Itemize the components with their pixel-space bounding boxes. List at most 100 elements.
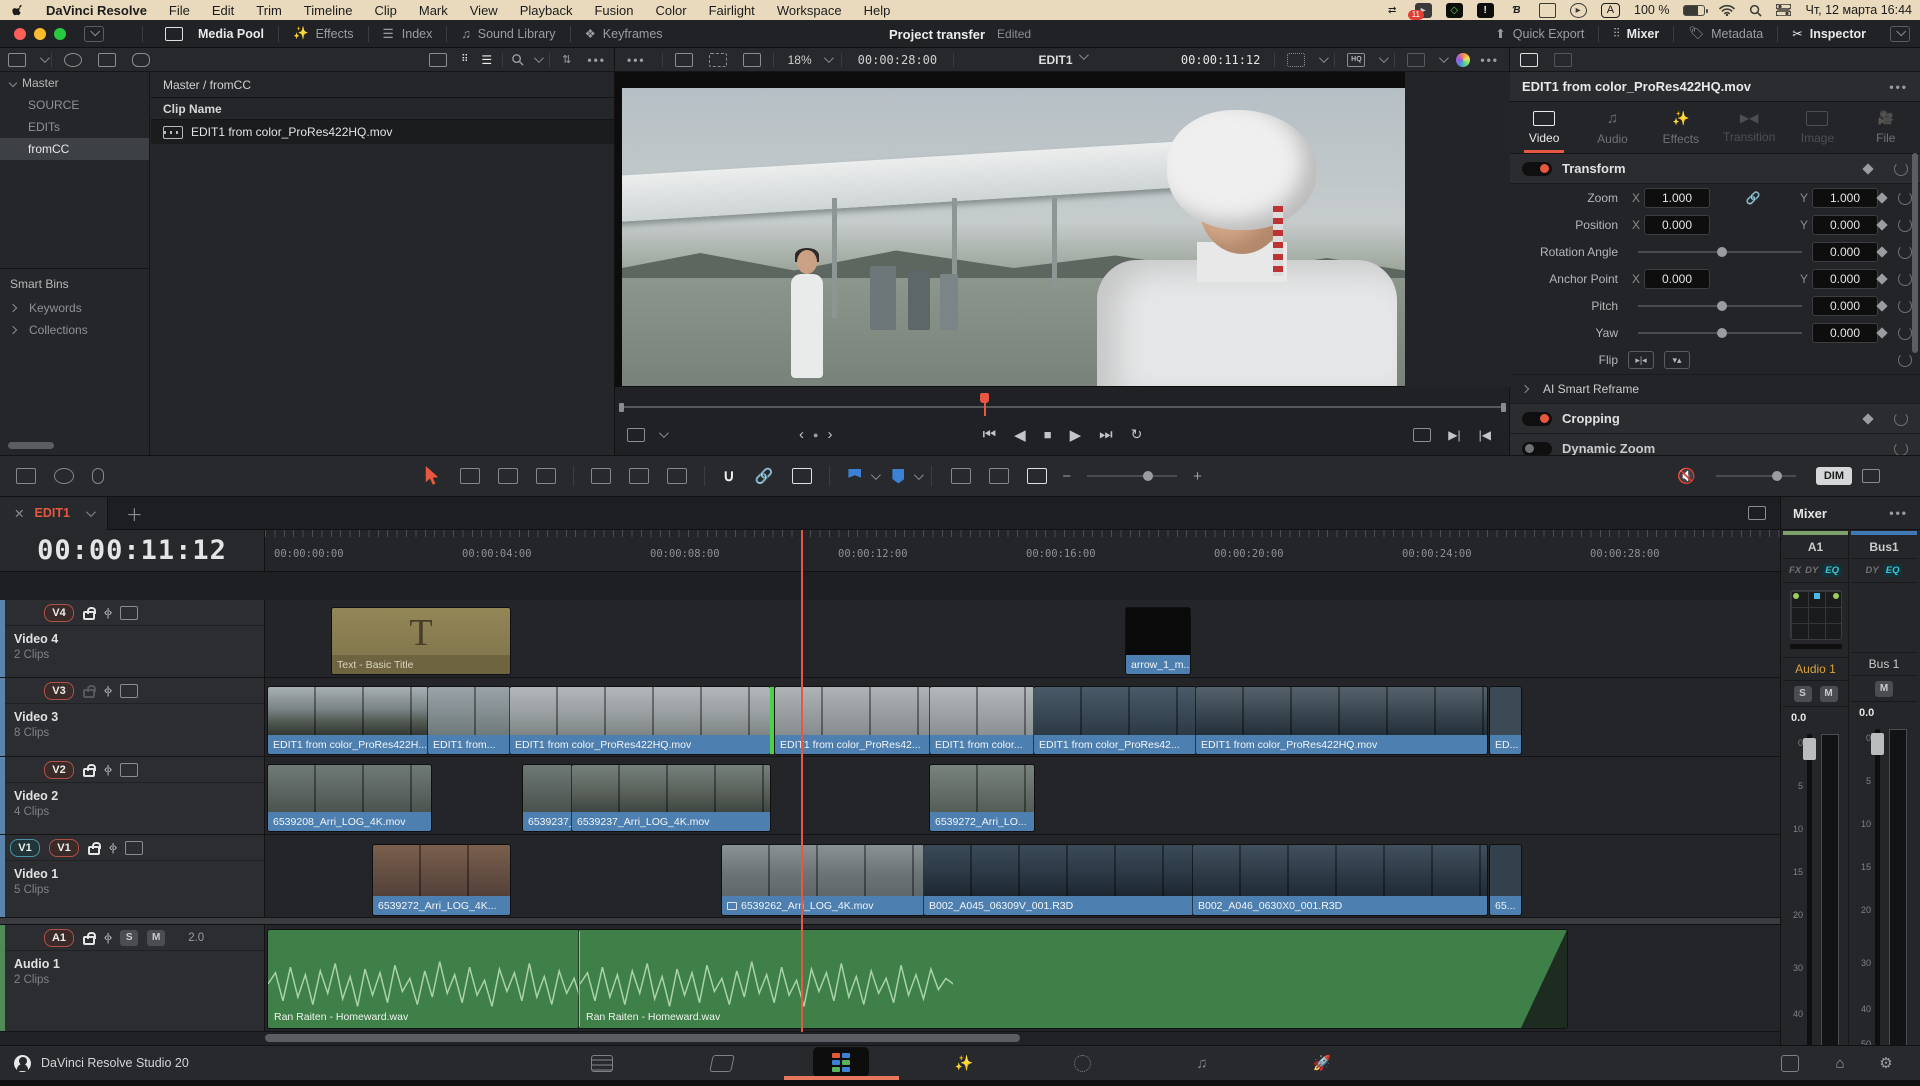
search-icon[interactable] xyxy=(1749,4,1762,17)
project-manager-button[interactable] xyxy=(1770,1050,1810,1076)
zoom-window-button[interactable] xyxy=(54,28,66,40)
scopes-chevron[interactable] xyxy=(1439,53,1449,63)
page-color-button[interactable] xyxy=(1062,1050,1102,1076)
timeline-clip[interactable]: B002_A045_06309V_001.R3D xyxy=(924,845,1193,915)
zoom-detail-icon[interactable] xyxy=(989,468,1009,484)
zoom-keyframe-icon[interactable] xyxy=(1876,192,1887,203)
zoom-link-icon[interactable]: 🔗 xyxy=(1710,191,1796,205)
page-media-button[interactable] xyxy=(582,1050,622,1076)
home-button[interactable]: ⌂ xyxy=(1820,1050,1860,1076)
menu-playback[interactable]: Playback xyxy=(509,0,584,20)
minimize-window-button[interactable] xyxy=(34,28,46,40)
quick-export-button[interactable]: ⬆Quick Export xyxy=(1481,20,1598,48)
dynamic-zoom-enable-toggle[interactable] xyxy=(1522,442,1552,456)
smart-bins-header[interactable]: Smart Bins xyxy=(0,268,149,291)
clip-row[interactable]: EDIT1 from color_ProRes422HQ.mov xyxy=(151,120,614,144)
timeline-clip[interactable]: 65... xyxy=(1490,845,1521,915)
audio-clip[interactable]: Ran Raiten - Homeward.wav xyxy=(268,930,579,1028)
timeline-zoom-slider[interactable] xyxy=(1087,475,1177,477)
flip-horizontal-button[interactable]: ▸|◂ xyxy=(1628,351,1654,369)
track-lane-v4[interactable]: T Text - Basic Title arrow_1_m... xyxy=(265,600,1780,678)
mixer-options-icon[interactable]: ••• xyxy=(1889,506,1908,520)
page-cut-button[interactable] xyxy=(702,1050,742,1076)
tab-effects[interactable]: ✨Effects xyxy=(1647,102,1715,153)
menu-fairlight[interactable]: Fairlight xyxy=(698,0,766,20)
viewer-scrubber[interactable] xyxy=(619,401,1506,413)
dynamic-trim-icon[interactable] xyxy=(536,468,556,484)
page-deliver-button[interactable]: 🚀 xyxy=(1302,1050,1342,1076)
yaw-keyframe-icon[interactable] xyxy=(1876,327,1887,338)
close-timeline-icon[interactable]: ✕ xyxy=(14,506,24,521)
app-badge-icon[interactable]: ▸11 xyxy=(1415,3,1432,18)
a1-strip-solo[interactable]: S xyxy=(1794,686,1812,702)
menu-workspace[interactable]: Workspace xyxy=(766,0,853,20)
menu-color[interactable]: Color xyxy=(644,0,697,20)
clip-text-basic-title[interactable]: T Text - Basic Title xyxy=(332,608,510,674)
viewer-filmstrip-icon[interactable] xyxy=(709,53,727,67)
timeline-selector[interactable]: EDIT1 xyxy=(1038,53,1072,67)
marker-chevron[interactable] xyxy=(914,470,924,480)
page-fairlight-button[interactable]: ♫ xyxy=(1182,1050,1222,1076)
zoom-reset-icon[interactable] xyxy=(1898,191,1912,205)
bin-keywords[interactable]: Keywords xyxy=(0,297,149,319)
timeline-clip[interactable]: EDIT1 from color... xyxy=(930,687,1034,754)
metadata-toggle[interactable]: 🏷Metadata xyxy=(1674,20,1777,48)
rotation-slider[interactable] xyxy=(1638,251,1802,253)
transform-keyframe-icon[interactable] xyxy=(1862,163,1873,174)
flag-chevron[interactable] xyxy=(871,470,881,480)
pitch-slider[interactable] xyxy=(1638,305,1802,307)
stacked-timelines-icon[interactable] xyxy=(1748,506,1766,520)
timeline-clip[interactable]: EDIT1 from... xyxy=(428,687,510,754)
flip-reset-icon[interactable] xyxy=(1898,353,1912,367)
menu-mark[interactable]: Mark xyxy=(408,0,459,20)
yaw-slider[interactable] xyxy=(1638,332,1802,334)
bus1-gain-value[interactable]: 0.0 xyxy=(1851,702,1917,721)
bin-edits[interactable]: EDITs xyxy=(0,116,149,138)
dynamic-zoom-reset-icon[interactable] xyxy=(1894,442,1908,456)
track-header-a1[interactable]: A1 ‹|› S M 2.0 Audio 1 2 Clips xyxy=(0,925,265,1032)
viewer-playhead[interactable] xyxy=(980,393,989,403)
tab-file[interactable]: 🎥File xyxy=(1852,102,1920,153)
v4-badge[interactable]: V4 xyxy=(44,604,74,622)
menu-app-name[interactable]: DaVinci Resolve xyxy=(35,0,158,20)
snapping-magnet-icon[interactable]: ∪ xyxy=(723,466,735,486)
v4-autoselect-icon[interactable]: ‹|› xyxy=(104,607,111,619)
sound-library-toggle[interactable]: ♫Sound Library xyxy=(447,20,569,48)
sync-status-icon[interactable]: ⇄ xyxy=(1384,3,1401,18)
anchor-reset-icon[interactable] xyxy=(1898,272,1912,286)
timeline-horizontal-scrollbar[interactable] xyxy=(265,1034,1020,1042)
bin-master[interactable]: Master xyxy=(0,72,149,94)
bus1-track-label[interactable]: Bus 1 xyxy=(1851,652,1917,676)
menu-trim[interactable]: Trim xyxy=(245,0,293,20)
bins-scrollbar[interactable] xyxy=(8,442,54,449)
timeline-clip[interactable]: 6539208_Arri_LOG_4K.mov xyxy=(268,765,431,831)
dim-button[interactable]: DIM xyxy=(1816,467,1852,485)
timeline-clip[interactable]: 6539237_... xyxy=(523,765,572,831)
cropping-enable-toggle[interactable] xyxy=(1522,412,1552,426)
overwrite-clip-icon[interactable] xyxy=(629,468,649,484)
effects-toggle[interactable]: ✨Effects xyxy=(279,20,368,48)
pitch-input[interactable]: 0.000 xyxy=(1812,296,1878,316)
window-chevron-button[interactable] xyxy=(84,26,104,42)
page-edit-button[interactable] xyxy=(813,1047,869,1077)
scopes-icon[interactable] xyxy=(1407,53,1425,67)
selected-edit-point[interactable] xyxy=(770,687,774,754)
a1-badge[interactable]: A1 xyxy=(44,929,74,947)
razor-tool-icon[interactable] xyxy=(498,468,518,484)
tab-audio[interactable]: ♫Audio xyxy=(1578,102,1646,153)
tab-video[interactable]: Video xyxy=(1510,102,1578,153)
menu-edit[interactable]: Edit xyxy=(201,0,245,20)
mediapool-search-icon[interactable] xyxy=(511,53,524,66)
pitch-keyframe-icon[interactable] xyxy=(1876,300,1887,311)
timeline-clip[interactable]: 6539237_Arri_LOG_4K.mov xyxy=(572,765,770,831)
menu-help[interactable]: Help xyxy=(853,0,902,20)
anchor-keyframe-icon[interactable] xyxy=(1876,273,1887,284)
bartender-icon[interactable]: Ɓ xyxy=(1508,3,1525,18)
transform-enable-toggle[interactable] xyxy=(1522,162,1552,176)
tab-image[interactable]: Image xyxy=(1783,102,1851,153)
go-to-last-frame-button[interactable]: ⏭ xyxy=(1099,426,1113,443)
track-header-v2[interactable]: V2 ‹|› Video 2 4 Clips xyxy=(0,757,265,835)
sort-icon[interactable]: ⇅ xyxy=(562,53,571,66)
cloud-download-icon[interactable] xyxy=(132,53,150,67)
track-lane-v2[interactable]: 6539208_Arri_LOG_4K.mov 6539237_... 6539… xyxy=(265,757,1780,835)
